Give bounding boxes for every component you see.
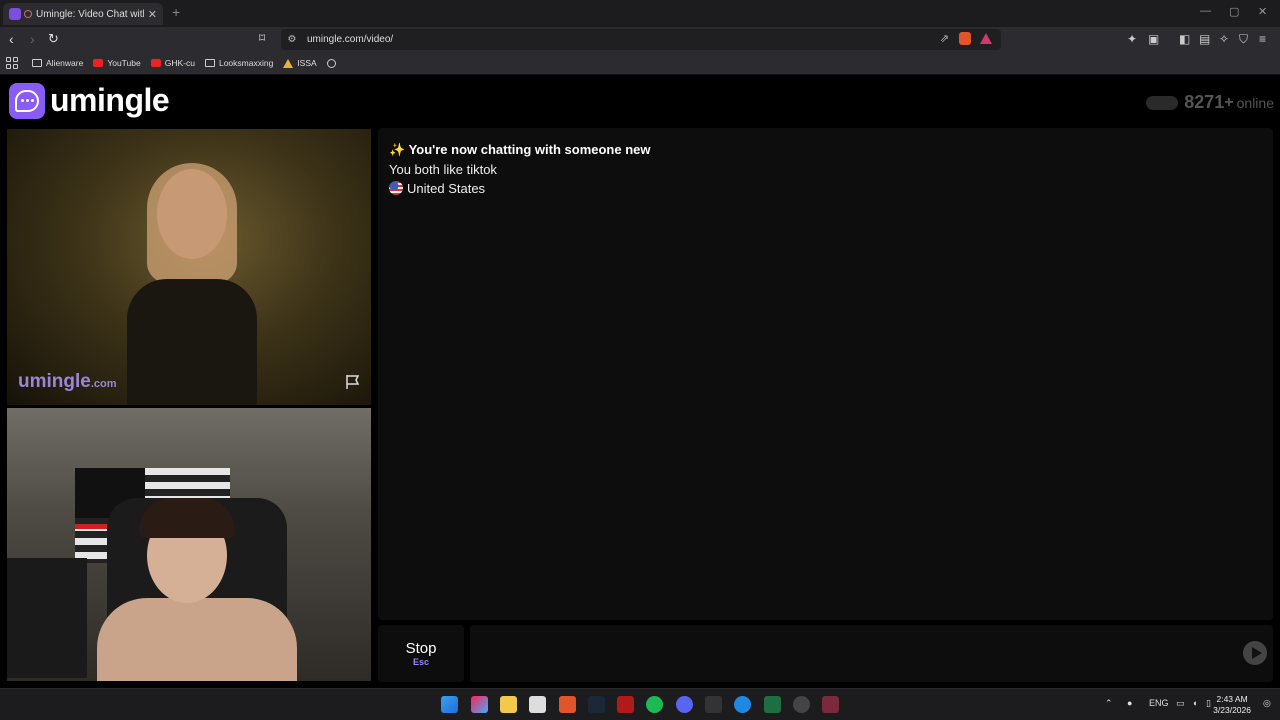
chat-log: ✨ You're now chatting with someone new Y… — [378, 128, 1273, 620]
browser-tab-bar: Umingle: Video Chat with Str ✕ + — ▢ ✕ — [0, 0, 1280, 27]
umingle-logo[interactable]: umingle — [9, 82, 170, 119]
menu-icon[interactable]: ≡ — [1259, 32, 1266, 46]
discord-icon[interactable] — [676, 696, 693, 713]
apps-grid-icon[interactable] — [6, 57, 18, 69]
browser-tab-active[interactable]: Umingle: Video Chat with Str ✕ — [3, 3, 163, 25]
self-video — [7, 408, 371, 681]
stop-button[interactable]: Stop Esc — [378, 625, 464, 682]
online-label: online — [1236, 94, 1274, 111]
bookmark-globe[interactable] — [326, 58, 340, 68]
online-counter: 8271 + online — [1146, 92, 1274, 113]
stranger-figure — [117, 163, 267, 405]
brave-browser-icon[interactable] — [559, 696, 576, 713]
epic-games-icon[interactable] — [705, 696, 722, 713]
brave-shield-icon[interactable] — [959, 32, 971, 45]
bookmark-looksmaxxing[interactable]: Looksmaxxing — [204, 58, 273, 68]
tab-search-icon[interactable]: ▤ — [1199, 32, 1210, 46]
excel-icon[interactable] — [764, 696, 781, 713]
store-icon[interactable] — [529, 696, 546, 713]
copilot-icon[interactable] — [471, 696, 488, 713]
wallet-icon[interactable]: ▣ — [1148, 32, 1159, 46]
youtube-icon — [150, 59, 161, 67]
system-message-new-chat: ✨ You're now chatting with someone new — [389, 142, 651, 157]
message-input[interactable] — [470, 625, 1273, 682]
online-plus: + — [1224, 93, 1234, 111]
stranger-video: umingle.com — [7, 129, 371, 405]
brave-rewards-icon[interactable] — [980, 33, 992, 44]
mic-tray-icon[interactable]: ● — [1127, 698, 1132, 708]
back-arrow-icon[interactable]: ‹ — [9, 31, 14, 47]
forward-arrow-icon[interactable]: › — [30, 31, 35, 47]
tab-close-icon[interactable]: ✕ — [148, 8, 157, 21]
bookmark-ghk-cu[interactable]: GHK-cu — [150, 58, 195, 68]
network-icon[interactable]: ▭ — [1176, 698, 1185, 709]
theme-toggle[interactable] — [1146, 95, 1179, 110]
stop-shortcut: Esc — [412, 657, 429, 667]
battery-icon[interactable]: ▯ — [1206, 698, 1211, 709]
bookmark-issa[interactable]: ISSA — [283, 58, 317, 68]
red-app-icon[interactable] — [617, 696, 634, 713]
taskbar-clock[interactable]: 2:43 AM 3/23/2026 — [1213, 694, 1251, 716]
clock-date: 3/23/2026 — [1213, 705, 1251, 715]
steam-icon[interactable] — [588, 696, 605, 713]
start-icon[interactable] — [441, 696, 458, 713]
bookmark-youtube[interactable]: YouTube — [93, 58, 141, 68]
share-icon[interactable]: ⇗ — [940, 32, 949, 45]
sidebar-icon[interactable]: ◧ — [1179, 32, 1190, 46]
triangle-icon — [283, 58, 294, 68]
leo-ai-icon[interactable]: ✧ — [1219, 32, 1229, 46]
github-icon[interactable] — [793, 696, 810, 713]
address-bar[interactable]: ⚙ umingle.com/video/ ⇗ — [281, 29, 1001, 50]
system-message-country: United States — [389, 181, 1262, 196]
tray-chevron-icon[interactable]: ⌃ — [1105, 698, 1113, 709]
clock-time: 2:43 AM — [1216, 694, 1248, 704]
new-tab-button[interactable]: + — [172, 4, 180, 20]
report-flag-icon[interactable] — [344, 373, 362, 391]
logo-text: umingle — [50, 82, 170, 118]
minimize-button[interactable]: — — [1200, 5, 1211, 17]
epic-launcher-icon[interactable] — [822, 696, 839, 713]
video-watermark: umingle.com — [18, 371, 117, 392]
language-indicator[interactable]: ENG — [1149, 698, 1169, 708]
folder-icon — [32, 59, 42, 67]
chat-bubble-logo-icon — [9, 82, 45, 119]
bookmarks-bar: Alienware YouTube GHK-cu Looksmaxxing IS… — [0, 52, 1280, 75]
bookmark-alienware[interactable]: Alienware — [32, 58, 83, 68]
globe-icon — [326, 58, 336, 68]
spotify-icon[interactable] — [646, 696, 663, 713]
stop-label: Stop — [405, 640, 437, 657]
recording-indicator-icon — [24, 10, 32, 18]
notification-icon[interactable]: ◎ — [1263, 698, 1271, 709]
tab-title: Umingle: Video Chat with Str — [36, 8, 144, 20]
reload-icon[interactable]: ↻ — [48, 31, 59, 47]
bookmark-page-icon[interactable]: ⌑ — [259, 31, 265, 45]
windows-taskbar: ⌃ ● ENG ▭ ◖ ▯ 2:43 AM 3/23/2026 ◎ — [0, 688, 1280, 720]
vpn-icon[interactable]: ⛉ — [1239, 32, 1248, 47]
youtube-icon — [93, 59, 104, 67]
system-message-interests: You both like tiktok — [389, 162, 497, 177]
umingle-favicon-icon — [9, 8, 21, 20]
extensions-icon[interactable]: ✦ — [1127, 32, 1137, 46]
folder-icon — [204, 59, 215, 67]
self-figure — [97, 498, 317, 681]
umingle-page: umingle 8271 + online umingle.com ✨ You'… — [0, 76, 1280, 688]
microphone-arm — [7, 558, 87, 678]
site-info-icon[interactable]: ⚙ — [285, 34, 299, 45]
us-flag-icon — [389, 181, 403, 195]
online-count: 8271 — [1184, 92, 1225, 112]
window-close-button[interactable]: ✕ — [1258, 5, 1267, 18]
blue-app-icon[interactable] — [734, 696, 751, 713]
file-explorer-icon[interactable] — [500, 696, 517, 713]
url-text[interactable]: umingle.com/video/ — [307, 34, 393, 45]
send-icon[interactable] — [1243, 641, 1267, 665]
maximize-button[interactable]: ▢ — [1229, 5, 1239, 18]
volume-icon[interactable]: ◖ — [1192, 698, 1197, 708]
